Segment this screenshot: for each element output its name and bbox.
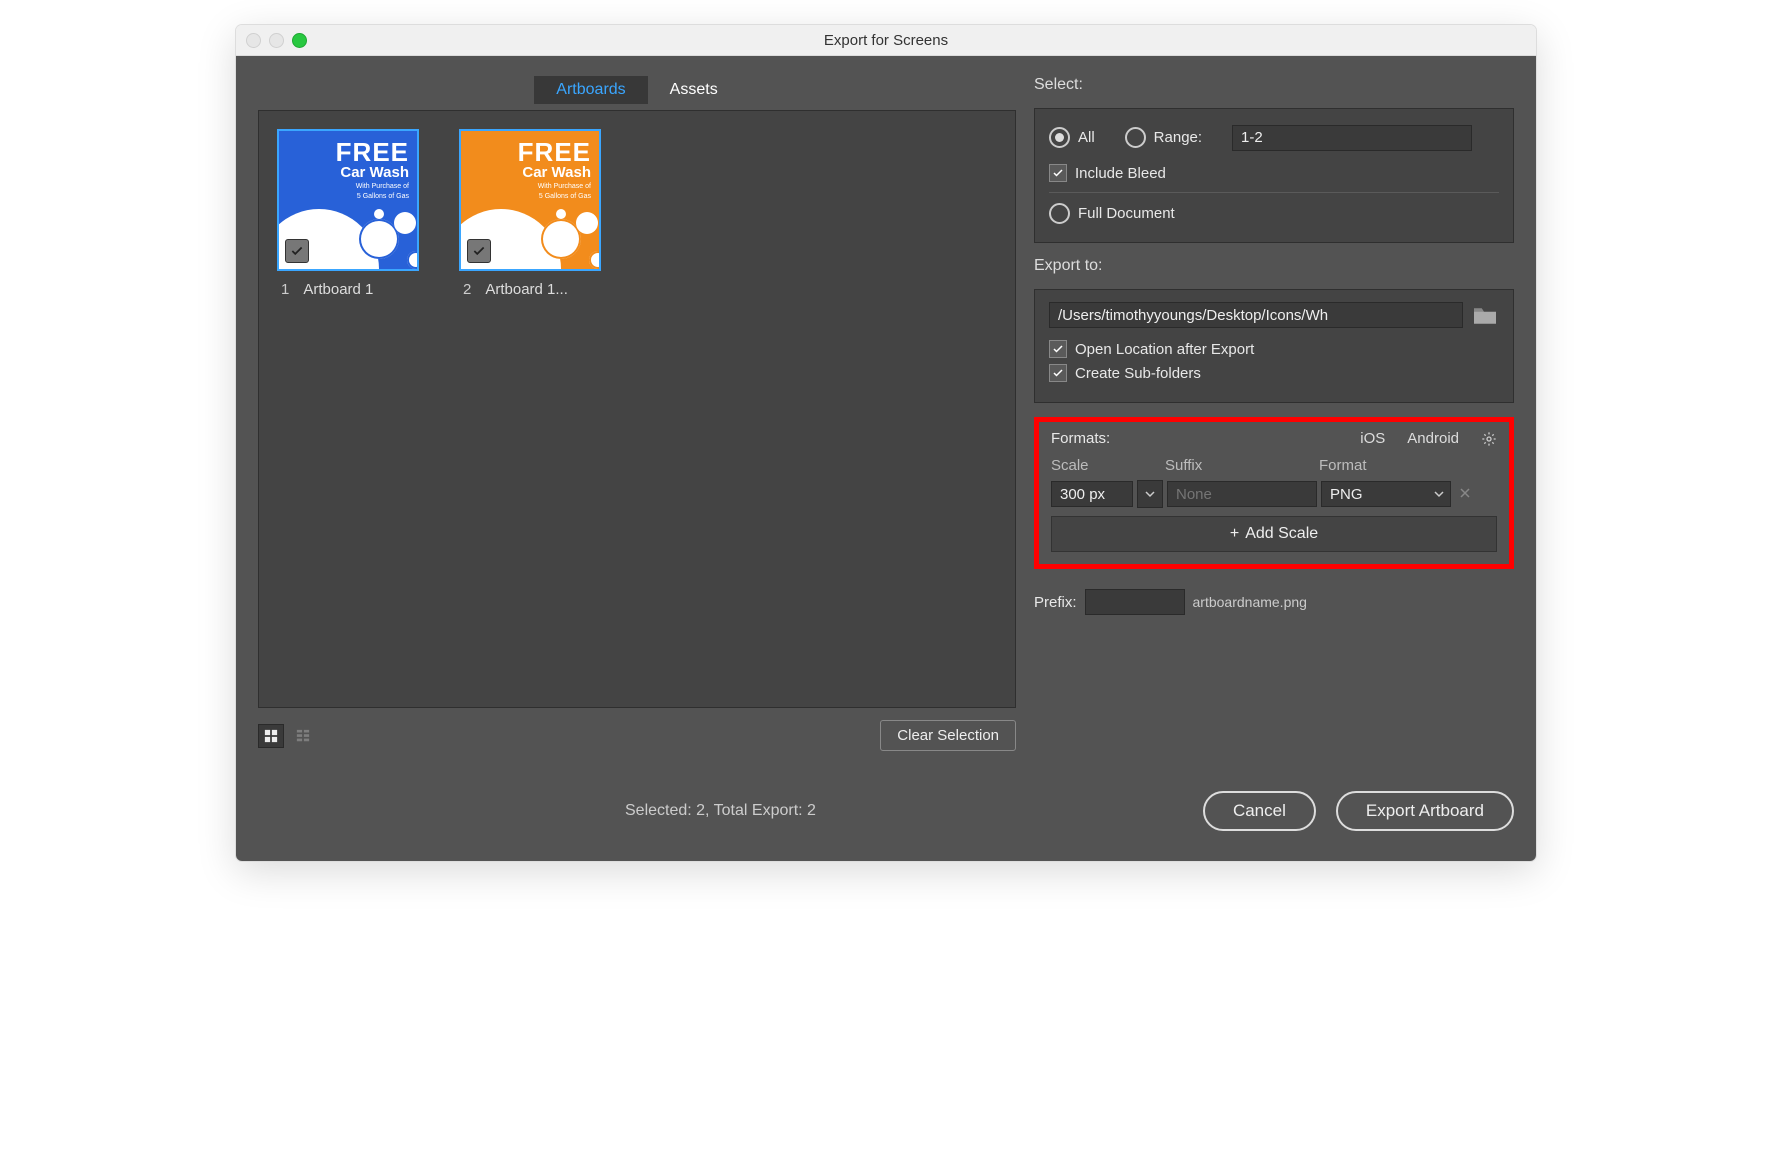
artboard-thumbnail: FREE Car Wash With Purchase of 5 Gallons… [277,129,419,271]
preset-android-button[interactable]: Android [1407,430,1459,447]
include-bleed-label: Include Bleed [1075,165,1166,182]
list-view-button[interactable] [290,724,316,748]
folder-icon[interactable] [1471,304,1499,326]
artboard-selected-checkbox[interactable] [285,239,309,263]
add-scale-label: Add Scale [1245,525,1318,543]
status-text: Selected: 2, Total Export: 2 [258,802,1183,820]
artboards-panel: FREE Car Wash With Purchase of 5 Gallons… [258,110,1016,708]
gear-icon[interactable] [1481,431,1497,447]
tab-assets[interactable]: Assets [648,76,740,104]
artboard-item[interactable]: FREE Car Wash With Purchase of 5 Gallons… [459,129,601,298]
formats-panel: Formats: iOS Android Scale Suffix Format [1034,417,1514,569]
radio-all[interactable] [1049,127,1070,148]
plus-icon: + [1230,525,1239,543]
create-subfolders-label: Create Sub-folders [1075,365,1201,382]
open-location-label: Open Location after Export [1075,341,1254,358]
add-scale-button[interactable]: + Add Scale [1051,516,1497,552]
artboard-thumbnail: FREE Car Wash With Purchase of 5 Gallons… [459,129,601,271]
titlebar: Export for Screens [236,25,1536,56]
thumbnail-view-button[interactable] [258,724,284,748]
radio-full-document[interactable] [1049,203,1070,224]
export-to-label: Export to: [1034,257,1514,275]
remove-format-row-button[interactable] [1455,486,1475,503]
select-panel: All Range: Include Bleed [1034,108,1514,243]
checkbox-include-bleed[interactable] [1049,164,1067,182]
artboard-label: Artboard 1... [485,281,568,298]
checkbox-create-subfolders[interactable] [1049,364,1067,382]
col-suffix-header: Suffix [1165,457,1315,474]
tab-bar: Artboards Assets [258,76,1016,104]
preset-ios-button[interactable]: iOS [1360,430,1385,447]
formats-label: Formats: [1051,430,1110,447]
col-format-header: Format [1319,457,1449,474]
select-label: Select: [1034,76,1514,94]
prefix-example: artboardname.png [1193,594,1307,610]
cancel-button[interactable]: Cancel [1203,791,1316,831]
range-input[interactable] [1232,125,1472,151]
format-select[interactable]: PNG [1321,481,1451,507]
export-path-input[interactable] [1049,302,1463,328]
export-to-panel: Open Location after Export Create Sub-fo… [1034,289,1514,403]
window-title: Export for Screens [236,32,1536,49]
artboard-selected-checkbox[interactable] [467,239,491,263]
format-value: PNG [1330,486,1363,503]
thumb-subhead: Car Wash [336,164,409,181]
chevron-down-icon [1434,489,1444,499]
thumb-headline: FREE [336,141,409,164]
tab-artboards[interactable]: Artboards [534,76,647,104]
artboard-index: 1 [281,281,289,298]
scale-dropdown-button[interactable] [1137,480,1163,508]
export-artboard-button[interactable]: Export Artboard [1336,791,1514,831]
thumb-headline: FREE [518,141,591,164]
checkbox-open-location[interactable] [1049,340,1067,358]
artboard-label: Artboard 1 [303,281,373,298]
radio-range[interactable] [1125,127,1146,148]
prefix-label: Prefix: [1034,594,1077,611]
full-document-label: Full Document [1078,205,1175,222]
scale-input[interactable] [1051,481,1133,507]
suffix-input[interactable] [1167,481,1317,507]
prefix-input[interactable] [1085,589,1185,615]
radio-range-label: Range: [1154,129,1202,146]
clear-selection-button[interactable]: Clear Selection [880,720,1016,751]
radio-all-label: All [1078,129,1095,146]
col-scale-header: Scale [1051,457,1161,474]
artboard-index: 2 [463,281,471,298]
export-for-screens-window: Export for Screens Artboards Assets FREE… [236,25,1536,861]
artboard-item[interactable]: FREE Car Wash With Purchase of 5 Gallons… [277,129,419,298]
thumb-subhead: Car Wash [518,164,591,181]
